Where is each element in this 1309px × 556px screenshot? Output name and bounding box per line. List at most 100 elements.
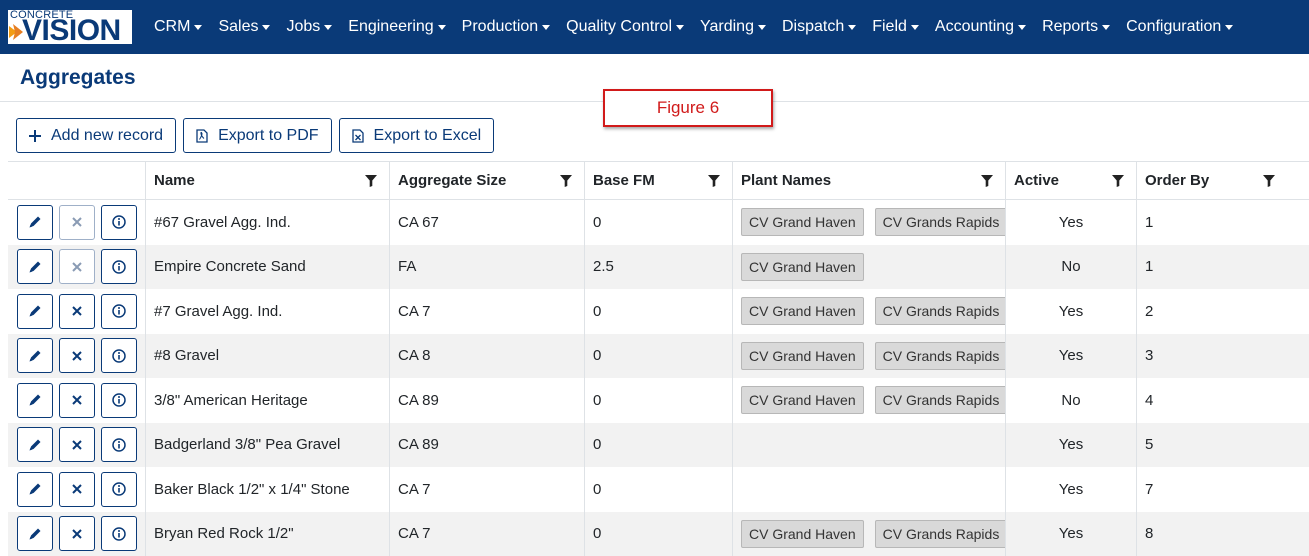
column-header-base-fm[interactable]: Base FM <box>585 162 733 199</box>
row-actions <box>8 200 146 245</box>
export-excel-label: Export to Excel <box>373 126 482 144</box>
delete-button[interactable] <box>59 293 95 329</box>
caret-down-icon <box>437 25 446 30</box>
plant-tag: CV Grand Haven <box>741 297 864 326</box>
caret-down-icon <box>324 25 333 30</box>
export-pdf-button[interactable]: Export to PDF <box>183 118 332 153</box>
caret-down-icon <box>910 25 919 30</box>
table-row: Bryan Red Rock 1/2" CA 7 0 CV Grand Haven CV… <box>8 511 1309 556</box>
caret-down-icon <box>676 25 684 30</box>
nav-item-label: Field <box>872 18 907 35</box>
delete-button[interactable] <box>59 427 95 463</box>
details-button[interactable] <box>101 516 137 552</box>
filter-icon[interactable] <box>560 174 572 187</box>
row-actions <box>8 422 146 467</box>
delete-button[interactable] <box>59 382 95 418</box>
nav-item-configuration[interactable]: Configuration <box>1126 18 1234 36</box>
column-header-label: Base FM <box>593 172 655 189</box>
cell-plant-names: CV Grand Haven <box>733 244 1006 289</box>
pencil-icon <box>28 527 42 541</box>
column-header-label: Order By <box>1145 172 1210 189</box>
delete-button[interactable] <box>59 338 95 374</box>
concrete-vision-logo[interactable]: CONCRETE VISION <box>8 10 132 44</box>
column-header-active[interactable]: Active <box>1006 162 1137 199</box>
nav-item-crm[interactable]: CRM <box>154 18 203 36</box>
nav-item-quality-control[interactable]: Quality Control <box>566 18 684 36</box>
nav-item-production[interactable]: Production <box>462 18 551 36</box>
cell-active: Yes <box>1006 333 1137 378</box>
filter-icon[interactable] <box>1263 174 1275 187</box>
plant-tag: CV Grands Rapids <box>874 297 1005 326</box>
nav-item-label: Accounting <box>934 18 1015 35</box>
cell-base-fm: 0 <box>585 467 733 512</box>
cell-plant-names <box>733 467 1006 512</box>
edit-button[interactable] <box>17 471 53 507</box>
cell-active: Yes <box>1006 200 1137 245</box>
details-button[interactable] <box>101 471 137 507</box>
nav-item-accounting[interactable]: Accounting <box>934 18 1027 36</box>
details-button[interactable] <box>101 338 137 374</box>
cell-aggregate-size: CA 7 <box>390 511 585 556</box>
filter-icon[interactable] <box>1112 174 1124 187</box>
pencil-icon <box>28 393 42 407</box>
nav-item-sales[interactable]: Sales <box>218 18 271 36</box>
info-icon <box>112 527 126 541</box>
edit-button[interactable] <box>17 427 53 463</box>
info-icon <box>112 304 126 318</box>
edit-button[interactable] <box>17 204 53 240</box>
cell-base-fm: 0 <box>585 378 733 423</box>
nav-item-engineering[interactable]: Engineering <box>348 18 446 36</box>
delete-button[interactable] <box>59 516 95 552</box>
plant-tag: CV Grand Haven <box>741 519 864 548</box>
column-header-name[interactable]: Name <box>146 162 390 199</box>
edit-button[interactable] <box>17 249 53 285</box>
details-button[interactable] <box>101 382 137 418</box>
nav-item-reports[interactable]: Reports <box>1042 18 1111 36</box>
delete-button[interactable] <box>59 471 95 507</box>
cell-plant-names: CV Grand Haven CV Grands Rapids <box>733 333 1006 378</box>
column-header-label: Aggregate Size <box>398 172 507 189</box>
details-button[interactable] <box>101 204 137 240</box>
cell-aggregate-size: CA 7 <box>390 467 585 512</box>
caret-down-icon <box>194 25 203 30</box>
row-actions <box>8 333 146 378</box>
top-navbar: CONCRETE VISION CRM Sales Jobs Engineering P… <box>0 0 1309 54</box>
filter-icon[interactable] <box>981 174 993 187</box>
edit-button[interactable] <box>17 338 53 374</box>
edit-button[interactable] <box>17 516 53 552</box>
details-button[interactable] <box>101 293 137 329</box>
column-header-order-by[interactable]: Order By <box>1137 162 1287 199</box>
nav-item-label: Production <box>461 18 539 35</box>
plant-tag: CV Grand Haven <box>741 341 864 370</box>
close-icon <box>72 395 82 405</box>
nav-item-dispatch[interactable]: Dispatch <box>782 18 857 36</box>
cell-active: Yes <box>1006 422 1137 467</box>
nav-item-field[interactable]: Field <box>872 18 919 36</box>
grid-body: #67 Gravel Agg. Ind. CA 67 0 CV Grand Haven… <box>8 200 1309 556</box>
filter-icon[interactable] <box>365 174 377 187</box>
cell-base-fm: 0 <box>585 333 733 378</box>
edit-button[interactable] <box>17 382 53 418</box>
nav-item-jobs[interactable]: Jobs <box>286 18 333 36</box>
export-excel-button[interactable]: Export to Excel <box>338 118 495 153</box>
table-row: #7 Gravel Agg. Ind. CA 7 0 CV Grand Haven CV… <box>8 289 1309 334</box>
info-icon <box>112 438 126 452</box>
cell-name: Bryan Red Rock 1/2" <box>146 511 390 556</box>
aggregates-grid: Name Aggregate Size Base FM Plant Names Acti… <box>8 161 1309 556</box>
details-button[interactable] <box>101 249 137 285</box>
column-header-aggregate-size[interactable]: Aggregate Size <box>390 162 585 199</box>
table-row: Badgerland 3/8" Pea Gravel CA 89 0 Yes 5 <box>8 422 1309 467</box>
nav-item-yarding[interactable]: Yarding <box>700 18 766 36</box>
add-new-record-button[interactable]: Add new record <box>16 118 177 153</box>
cell-aggregate-size: CA 7 <box>390 289 585 334</box>
cell-aggregate-size: CA 8 <box>390 333 585 378</box>
cell-order-by: 1 <box>1145 258 1154 276</box>
edit-button[interactable] <box>17 293 53 329</box>
details-button[interactable] <box>101 427 137 463</box>
add-new-record-label: Add new record <box>51 126 164 144</box>
nav-item-label: Jobs <box>286 18 321 35</box>
delete-button[interactable] <box>59 249 95 285</box>
filter-icon[interactable] <box>708 174 720 187</box>
delete-button[interactable] <box>59 204 95 240</box>
column-header-plant-names[interactable]: Plant Names <box>733 162 1006 199</box>
